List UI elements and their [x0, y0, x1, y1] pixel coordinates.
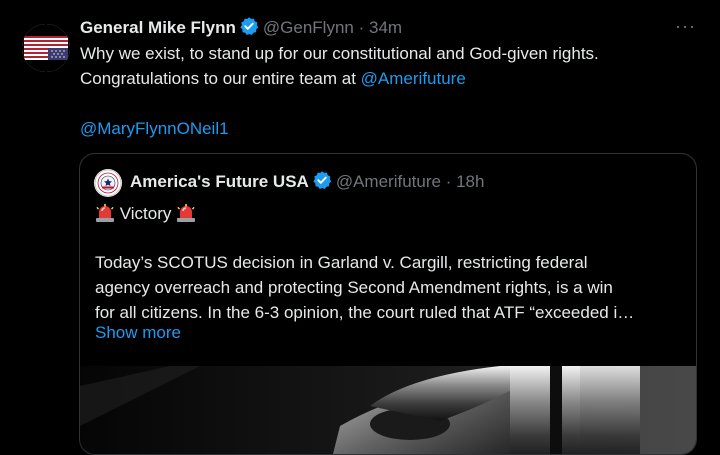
quoted-tweet[interactable]: America's Future USA @Amerifuture · 18h V… [79, 153, 697, 455]
victory-label: Victory [119, 204, 172, 223]
verified-badge-icon[interactable] [239, 16, 259, 43]
us-flag-upside-down-icon [22, 24, 70, 72]
mention-link[interactable]: @Amerifuture [361, 69, 466, 88]
tweet-text: Why we exist, to stand up for our consti… [80, 41, 700, 141]
tweet-header: General Mike Flynn @GenFlynn · 34m [80, 16, 402, 43]
show-more-link[interactable]: Show more [95, 321, 181, 345]
quote-header: America's Future USA @Amerifuture · 18h [130, 170, 484, 197]
quote-author-name[interactable]: America's Future USA [130, 172, 309, 191]
quote-text-line: Today’s SCOTUS decision in Garland v. Ca… [95, 253, 588, 272]
tweet-timestamp[interactable]: 34m [369, 18, 402, 37]
tweet[interactable]: General Mike Flynn @GenFlynn · 34m ··· Wh… [0, 0, 720, 455]
gavel-photo [80, 366, 696, 454]
americas-future-seal-icon [94, 169, 122, 197]
tweet-text-line: Congratulations to our entire team at @A… [80, 66, 700, 91]
quote-timestamp[interactable]: 18h [456, 172, 484, 191]
quote-author-handle[interactable]: @Amerifuture [336, 172, 441, 191]
quote-text: Today’s SCOTUS decision in Garland v. Ca… [95, 250, 685, 325]
header-separator: · [445, 172, 452, 191]
more-options-icon[interactable]: ··· [675, 16, 696, 37]
author-handle[interactable]: @GenFlynn [263, 18, 354, 37]
police-light-icon [95, 203, 115, 223]
quote-text-line: agency overreach and protecting Second A… [95, 278, 613, 297]
author-avatar[interactable] [22, 24, 70, 72]
verified-badge-icon[interactable] [312, 170, 332, 197]
quote-media-image[interactable] [80, 366, 696, 454]
victory-line: Victory [95, 202, 196, 226]
mention-link[interactable]: @MaryFlynnONeil1 [80, 119, 229, 138]
police-light-icon [176, 203, 196, 223]
quote-text-line: for all citizens. In the 6-3 opinion, th… [95, 303, 635, 322]
header-separator: · [358, 18, 365, 37]
author-name[interactable]: General Mike Flynn [80, 18, 236, 37]
tweet-text-segment: Congratulations to our entire team at [80, 69, 361, 88]
quote-author-avatar[interactable] [94, 169, 122, 197]
tweet-text-line: Why we exist, to stand up for our consti… [80, 44, 599, 63]
